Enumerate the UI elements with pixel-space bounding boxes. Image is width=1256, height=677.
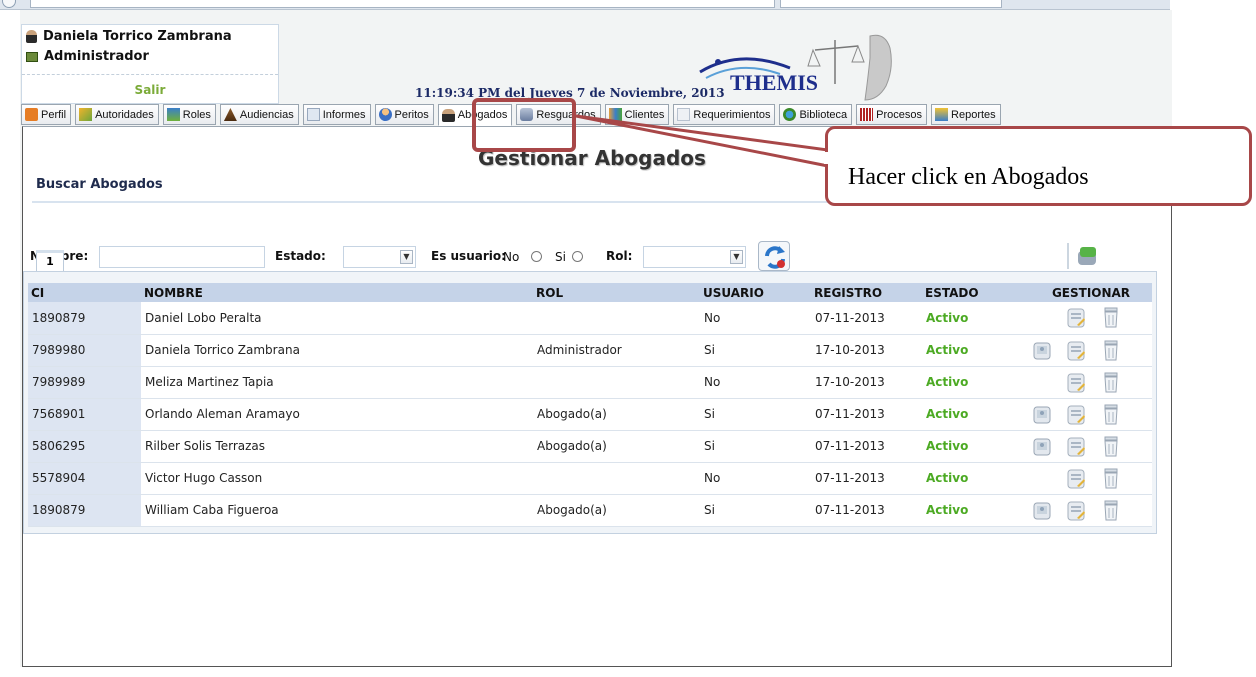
annotation-text: Hacer click en Abogados bbox=[848, 164, 1089, 190]
callout-pointer-cover bbox=[824, 152, 828, 164]
page: Daniela Torrico Zambrana Administrador S… bbox=[0, 0, 1256, 677]
